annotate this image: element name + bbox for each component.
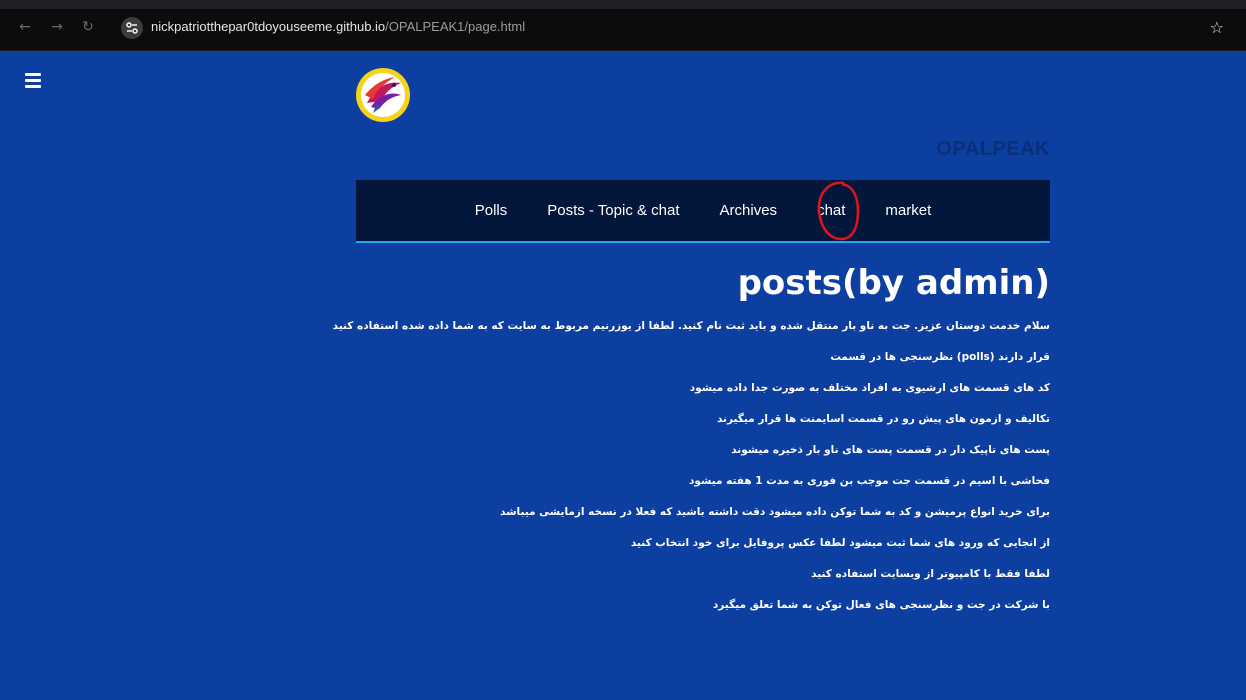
nav-market[interactable]: market (885, 202, 931, 219)
browser-toolbar: ← → ↻ nickpatriotthepar0tdoyouseeme.gith… (0, 0, 1246, 51)
hamburger-icon[interactable] (25, 73, 41, 88)
post-line: با شرکت در جت و نظرسنجی های فعال توکن به… (712, 599, 1050, 611)
reload-icon[interactable]: ↻ (80, 19, 96, 35)
post-line: برای خرید انواع پرمیشن و کد به شما توکن … (500, 506, 1050, 518)
address-bar[interactable]: nickpatriotthepar0tdoyouseeme.github.io/… (113, 15, 1238, 41)
posts-list: سلام خدمت دوستان عزیز. جت به ناو بار منت… (330, 318, 1050, 628)
post-line: از انجایی که ورود های شما ثبت میشود لطفا… (630, 537, 1050, 549)
url-text[interactable]: nickpatriotthepar0tdoyouseeme.github.io/… (151, 19, 525, 34)
nav-polls[interactable]: Polls (475, 202, 508, 219)
nav-posts[interactable]: Posts - Topic & chat (547, 202, 679, 219)
brand-title: OPALPEAK (936, 138, 1050, 160)
post-line: فحاشی با اسیم در قسمت جت موجب بن فوری به… (689, 475, 1050, 487)
site-info-icon[interactable] (121, 17, 143, 39)
post-line: قرار دارند (polls) نظرسنجی ها در قسمت (830, 351, 1050, 363)
post-line: لطفا فقط با کامپیوتر از وبسایت استفاده ک… (811, 568, 1050, 580)
url-domain: nickpatriotthepar0tdoyouseeme.github.io (151, 19, 386, 34)
nav-archives[interactable]: Archives (720, 202, 778, 219)
main-navbar: Polls Posts - Topic & chat Archives chat… (356, 180, 1050, 243)
nav-chat[interactable]: chat (817, 202, 845, 219)
arrow-left-icon[interactable]: ← (17, 19, 33, 35)
post-line: کد های قسمت های ارشیوی به افراد مختلف به… (689, 382, 1050, 394)
url-path: /OPALPEAK1/page.html (385, 19, 526, 34)
tab-strip (0, 0, 1246, 9)
logo (356, 68, 410, 122)
post-line: پست های تاپیک دار در قسمت پست های ناو با… (731, 444, 1050, 456)
page-heading: posts(by admin) (737, 263, 1050, 303)
post-line: تکالیف و ازمون های پیش رو در قسمت اسایمن… (716, 413, 1050, 425)
post-line: سلام خدمت دوستان عزیز. جت به ناو بار منت… (332, 320, 1050, 332)
arrow-right-icon[interactable]: → (49, 19, 65, 35)
star-icon[interactable]: ☆ (1210, 18, 1224, 37)
